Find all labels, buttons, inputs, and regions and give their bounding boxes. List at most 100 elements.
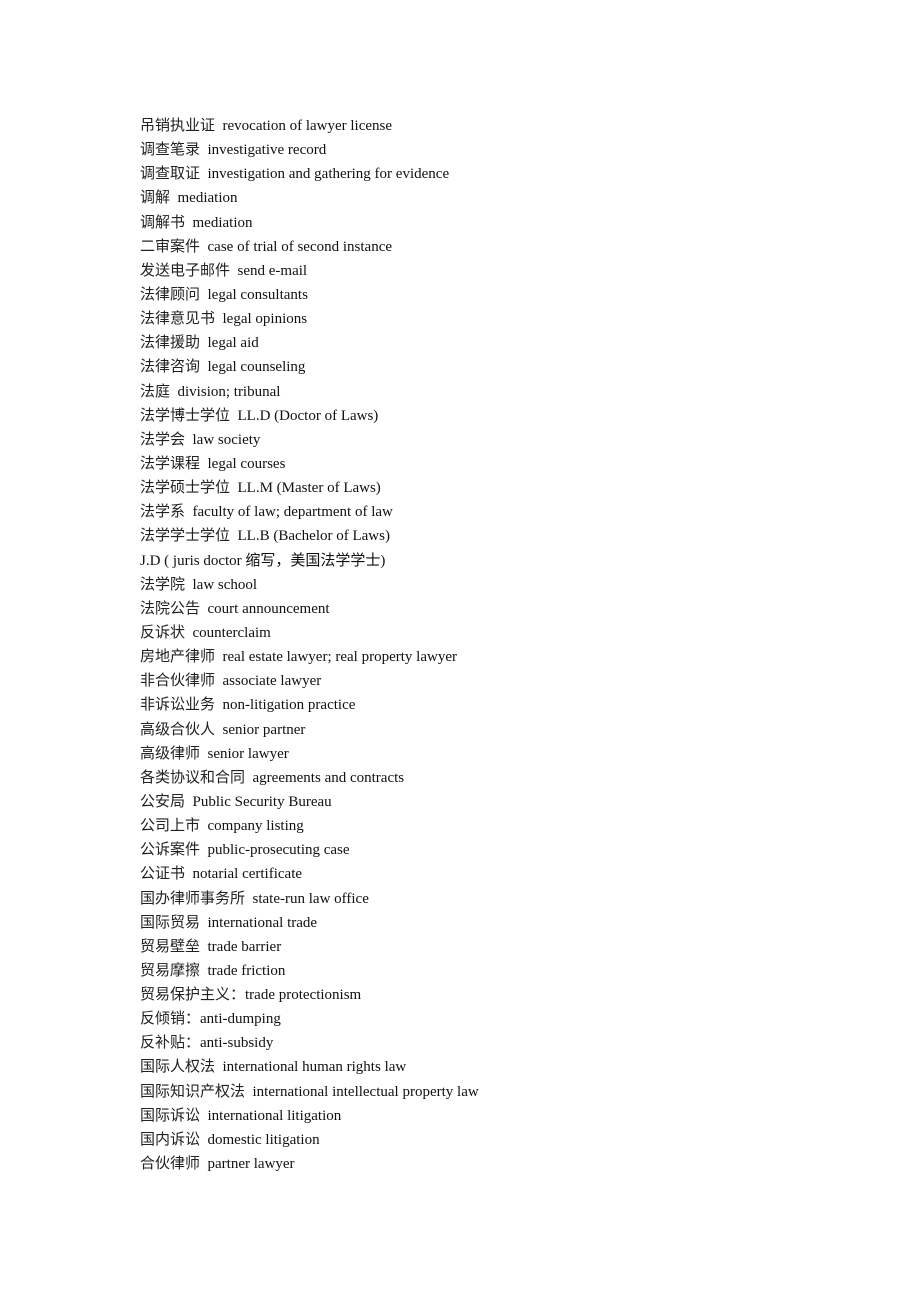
english-translation: partner lawyer [207, 1156, 295, 1173]
chinese-term: 法庭 [140, 381, 171, 400]
glossary-entry: 国内诉讼 domestic litigation [140, 1127, 840, 1151]
english-translation: faculty of law; department of law [192, 504, 393, 521]
glossary-entry: 法律援助 legal aid [140, 330, 840, 354]
english-translation: company listing [207, 818, 304, 835]
term-separator [185, 625, 193, 641]
glossary-entry: 法学课程 legal courses [140, 451, 840, 475]
glossary-entry: 反补贴：anti-subsidy [140, 1030, 840, 1054]
chinese-term: 国际诉讼 [140, 1105, 201, 1124]
term-separator [200, 166, 208, 182]
chinese-term: 法律意见书 [140, 309, 216, 328]
chinese-term: 贸易摩擦 [140, 960, 201, 979]
glossary-entry: 吊销执业证 revocation of lawyer license [140, 113, 840, 137]
term-separator [200, 842, 208, 858]
glossary-entry: 法律咨询 legal counseling [140, 354, 840, 378]
chinese-term: 房地产律师 [140, 647, 216, 666]
glossary-entry: 国际人权法 international human rights law [140, 1054, 840, 1078]
chinese-term: 法学院 [140, 574, 186, 593]
term-separator [230, 528, 238, 544]
chinese-term: 发送电子邮件 [140, 260, 231, 279]
chinese-term: 法学课程 [140, 453, 201, 472]
english-translation: state-run law office [252, 890, 369, 907]
glossary-entry: 高级合伙人 senior partner [140, 717, 840, 741]
english-translation: public-prosecuting case [207, 842, 350, 859]
english-translation: legal consultants [207, 286, 308, 303]
glossary-entry: 房地产律师 real estate lawyer; real property … [140, 644, 840, 668]
glossary-entry: 法学系 faculty of law; department of law [140, 499, 840, 523]
english-translation: trade protectionism [245, 987, 362, 1004]
english-translation: international trade [207, 914, 318, 931]
glossary-entry: 公安局 Public Security Bureau [140, 789, 840, 813]
glossary-entry: 法院公告 court announcement [140, 596, 840, 620]
chinese-term: 反倾销： [140, 1009, 201, 1028]
term-separator [185, 215, 193, 231]
glossary-entry: 法学会 law society [140, 427, 840, 451]
chinese-term: 法学学士学位 [140, 526, 231, 545]
english-translation: associate lawyer [222, 673, 322, 690]
term-separator [245, 1084, 253, 1100]
glossary-entry: J.D ( juris doctor 缩写，美国法学学士) [140, 548, 840, 572]
term-separator [200, 601, 208, 617]
chinese-term: 公诉案件 [140, 840, 201, 859]
glossary-entry: 贸易摩擦 trade friction [140, 958, 840, 982]
glossary-entry: 调查笔录 investigative record [140, 137, 840, 161]
english-translation: trade barrier [207, 938, 282, 955]
english-translation: legal aid [207, 335, 259, 352]
glossary-entry: 法律意见书 legal opinions [140, 306, 840, 330]
english-translation: domestic litigation [207, 1131, 320, 1148]
glossary-entry: 非诉讼业务 non-litigation practice [140, 692, 840, 716]
english-translation: Public Security Bureau [192, 793, 332, 810]
chinese-term: 法学会 [140, 429, 186, 448]
chinese-term: 二审案件 [140, 236, 201, 255]
chinese-term: 反补贴： [140, 1033, 201, 1052]
chinese-term: 法院公告 [140, 598, 201, 617]
term-separator [200, 287, 208, 303]
glossary-entry: 国际知识产权法 international intellectual prope… [140, 1079, 840, 1103]
chinese-term: 反诉状 [140, 622, 186, 641]
term-separator [215, 118, 223, 134]
english-translation: non-litigation practice [222, 697, 356, 714]
glossary-entry: 反诉状 counterclaim [140, 620, 840, 644]
term-separator [200, 1108, 208, 1124]
glossary-entry: 公司上市 company listing [140, 813, 840, 837]
glossary-entry: 非合伙律师 associate lawyer [140, 668, 840, 692]
chinese-term: 公证书 [140, 864, 186, 883]
glossary-entry: 调解 mediation [140, 185, 840, 209]
term-separator [200, 1156, 208, 1172]
chinese-term: 调解 [140, 188, 171, 207]
english-translation: agreements and contracts [252, 769, 405, 786]
glossary-entry: 二审案件 case of trial of second instance [140, 234, 840, 258]
chinese-term: 贸易壁垒 [140, 936, 201, 955]
term-separator [230, 480, 238, 496]
english-translation: mediation [192, 214, 253, 231]
english-translation: investigative record [207, 142, 327, 159]
term-separator [200, 915, 208, 931]
chinese-term: 吊销执业证 [140, 116, 216, 134]
chinese-term: 法学系 [140, 502, 186, 521]
glossary-entry: 法学院 law school [140, 572, 840, 596]
glossary-entry: 公诉案件 public-prosecuting case [140, 837, 840, 861]
term-separator [200, 359, 208, 375]
glossary-entry: 贸易壁垒 trade barrier [140, 934, 840, 958]
term-separator [170, 190, 178, 206]
term-separator [200, 1132, 208, 1148]
glossary-entry: 法学博士学位 LL.D (Doctor of Laws) [140, 403, 840, 427]
term-separator [200, 746, 208, 762]
english-translation: send e-mail [237, 262, 308, 279]
chinese-term: 公安局 [140, 791, 186, 810]
term-separator [185, 866, 193, 882]
term-separator [185, 432, 193, 448]
english-translation: anti-subsidy [200, 1035, 274, 1052]
chinese-term: 法律援助 [140, 333, 201, 352]
chinese-term: 法学博士学位 [140, 405, 231, 424]
english-translation: legal opinions [222, 311, 308, 328]
chinese-term: 法律咨询 [140, 357, 201, 376]
term-separator [215, 722, 223, 738]
term-separator [170, 384, 178, 400]
glossary-entry: 合伙律师 partner lawyer [140, 1151, 840, 1175]
glossary-entry: 反倾销：anti-dumping [140, 1006, 840, 1030]
chinese-term: 贸易保护主义： [140, 985, 246, 1004]
chinese-term: 非诉讼业务 [140, 695, 216, 714]
term-separator [200, 963, 208, 979]
english-translation: LL.D (Doctor of Laws) [237, 407, 379, 424]
